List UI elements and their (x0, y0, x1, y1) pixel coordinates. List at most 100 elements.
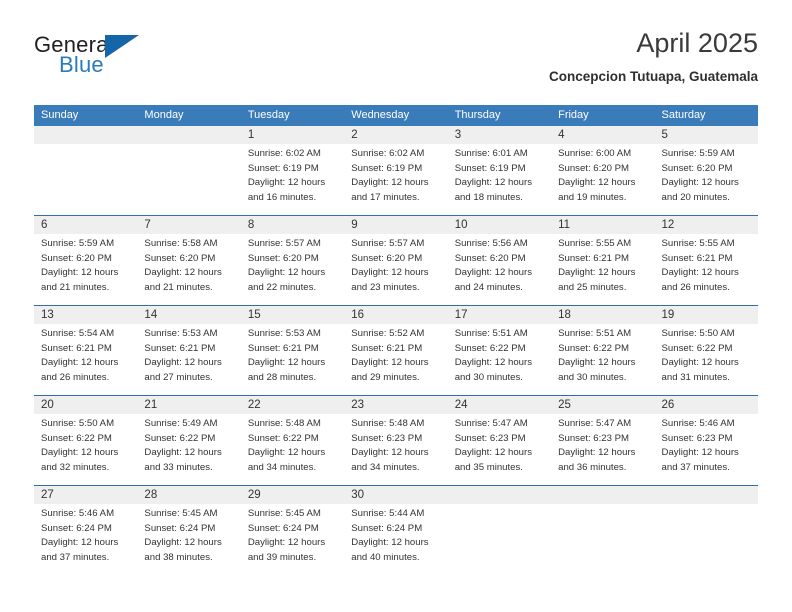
day-cell-5[interactable]: 5 Sunrise: 5:59 AM Sunset: 6:20 PM Daylight… (655, 126, 758, 215)
day-detail-line: and 19 minutes. (558, 191, 627, 203)
day-detail-line: Sunrise: 6:02 AM (351, 148, 425, 159)
day-detail-lines: Sunrise: 5:51 AM Sunset: 6:22 PM Daylight:… (455, 327, 544, 385)
day-detail-line: Sunset: 6:21 PM (41, 342, 112, 354)
day-detail-line: Sunset: 6:22 PM (247, 432, 319, 444)
day-detail-line: and 21 minutes. (144, 281, 213, 293)
day-detail-lines: Sunrise: 5:51 AM Sunset: 6:22 PM Daylight:… (558, 327, 647, 385)
day-detail-line: Sunset: 6:22 PM (41, 432, 112, 444)
day-detail-line: Sunrise: 5:57 AM (351, 238, 425, 249)
day-cell-10[interactable]: 10 Sunrise: 5:56 AM Sunset: 6:20 PM Dayligh… (448, 216, 551, 305)
day-cell-inner: 11 Sunrise: 5:55 AM Sunset: 6:21 PM Dayligh… (558, 216, 647, 295)
day-cell-26[interactable]: 26 Sunrise: 5:46 AM Sunset: 6:23 PM Dayligh… (655, 396, 758, 485)
day-detail-lines: Sunrise: 5:48 AM Sunset: 6:22 PM Daylight:… (248, 417, 337, 475)
day-detail-line: Sunrise: 5:56 AM (454, 238, 528, 249)
day-cell-29[interactable]: 29 Sunrise: 5:45 AM Sunset: 6:24 PM Dayligh… (241, 486, 344, 575)
day-detail-line: Daylight: 12 hours (351, 357, 429, 369)
day-detail-line: Daylight: 12 hours (144, 537, 222, 549)
day-cell-inner: 28 Sunrise: 5:45 AM Sunset: 6:24 PM Dayligh… (144, 486, 233, 565)
day-detail-line: Daylight: 12 hours (247, 357, 326, 369)
day-detail-line: Sunrise: 5:50 AM (661, 328, 735, 339)
day-detail-line: Sunrise: 6:01 AM (454, 148, 528, 159)
day-detail-line: Daylight: 12 hours (558, 177, 636, 189)
day-detail-line: Sunset: 6:23 PM (454, 432, 526, 444)
day-detail-lines: Sunrise: 5:59 AM Sunset: 6:20 PM Daylight:… (662, 147, 751, 205)
day-detail-lines: Sunrise: 5:55 AM Sunset: 6:21 PM Daylight:… (558, 237, 647, 295)
day-cell-inner: 12 Sunrise: 5:55 AM Sunset: 6:21 PM Dayligh… (662, 216, 751, 295)
day-cell-8[interactable]: 8 Sunrise: 5:57 AM Sunset: 6:20 PM Daylight… (241, 216, 344, 305)
day-cell-1[interactable]: 1 Sunrise: 6:02 AM Sunset: 6:19 PM Daylight… (241, 126, 344, 215)
day-detail-line: and 28 minutes. (247, 371, 317, 383)
day-cell-4[interactable]: 4 Sunrise: 6:00 AM Sunset: 6:20 PM Daylight… (551, 126, 654, 215)
day-cell-inner: 14 Sunrise: 5:53 AM Sunset: 6:21 PM Dayligh… (144, 306, 233, 385)
day-cell-inner: 7 Sunrise: 5:58 AM Sunset: 6:20 PM Daylight… (144, 216, 233, 295)
page-header: General Blue April 2025 Concepcion Tutua… (34, 26, 758, 98)
day-cell-21[interactable]: 21 Sunrise: 5:49 AM Sunset: 6:22 PM Dayligh… (137, 396, 240, 485)
day-cell-19[interactable]: 19 Sunrise: 5:50 AM Sunset: 6:22 PM Dayligh… (655, 306, 758, 395)
day-detail-line: Sunset: 6:20 PM (247, 252, 319, 264)
day-cell-2[interactable]: 2 Sunrise: 6:02 AM Sunset: 6:19 PM Daylight… (344, 126, 447, 215)
page-title: April 2025 (636, 28, 758, 58)
calendar-page: General Blue April 2025 Concepcion Tutua… (0, 0, 792, 612)
day-cell-16[interactable]: 16 Sunrise: 5:52 AM Sunset: 6:21 PM Dayligh… (344, 306, 447, 395)
day-cell-inner: 16 Sunrise: 5:52 AM Sunset: 6:21 PM Dayligh… (351, 306, 440, 385)
day-cell-inner: 22 Sunrise: 5:48 AM Sunset: 6:22 PM Dayligh… (248, 396, 337, 475)
day-cell-11[interactable]: 11 Sunrise: 5:55 AM Sunset: 6:21 PM Dayligh… (551, 216, 654, 305)
triangle-icon (105, 35, 139, 58)
day-cell-24[interactable]: 24 Sunrise: 5:47 AM Sunset: 6:23 PM Dayligh… (448, 396, 551, 485)
day-detail-line: Daylight: 12 hours (454, 267, 533, 279)
day-detail-line: Sunrise: 6:00 AM (558, 148, 632, 159)
weekday-header-friday: Friday (558, 109, 589, 121)
day-detail-line: Sunrise: 5:52 AM (351, 328, 425, 339)
day-detail-line: Daylight: 12 hours (247, 447, 326, 459)
weekday-header-monday: Monday (144, 109, 184, 121)
day-cell-14[interactable]: 14 Sunrise: 5:53 AM Sunset: 6:21 PM Dayligh… (137, 306, 240, 395)
day-detail-line: Sunset: 6:19 PM (351, 162, 423, 174)
day-cell-15[interactable]: 15 Sunrise: 5:53 AM Sunset: 6:21 PM Dayligh… (241, 306, 344, 395)
day-cell-inner: 17 Sunrise: 5:51 AM Sunset: 6:22 PM Dayligh… (455, 306, 544, 385)
day-detail-line: and 26 minutes. (41, 371, 110, 383)
day-detail-line: Daylight: 12 hours (351, 537, 429, 549)
day-cell-28[interactable]: 28 Sunrise: 5:45 AM Sunset: 6:24 PM Dayligh… (137, 486, 240, 575)
day-cell-3[interactable]: 3 Sunrise: 6:01 AM Sunset: 6:19 PM Daylight… (448, 126, 551, 215)
day-detail-line: and 20 minutes. (661, 191, 730, 203)
day-cell-6[interactable]: 6 Sunrise: 5:59 AM Sunset: 6:20 PM Daylight… (34, 216, 137, 305)
day-cell-30[interactable]: 30 Sunrise: 5:44 AM Sunset: 6:24 PM Dayligh… (344, 486, 447, 575)
generalblue-logo[interactable]: General Blue (34, 32, 214, 80)
day-cell-inner: 18 Sunrise: 5:51 AM Sunset: 6:22 PM Dayligh… (558, 306, 647, 385)
day-detail-line: Sunset: 6:20 PM (41, 252, 112, 264)
day-cell-13[interactable]: 13 Sunrise: 5:54 AM Sunset: 6:21 PM Dayligh… (34, 306, 137, 395)
day-detail-lines: Sunrise: 5:56 AM Sunset: 6:20 PM Daylight:… (455, 237, 544, 295)
day-cell-27[interactable]: 27 Sunrise: 5:46 AM Sunset: 6:24 PM Dayligh… (34, 486, 137, 575)
day-cell-18[interactable]: 18 Sunrise: 5:51 AM Sunset: 6:22 PM Dayligh… (551, 306, 654, 395)
day-detail-line: Daylight: 12 hours (41, 537, 119, 549)
day-cell-inner: 30 Sunrise: 5:44 AM Sunset: 6:24 PM Dayligh… (351, 486, 440, 565)
day-detail-line: and 17 minutes. (351, 191, 420, 203)
day-detail-lines: Sunrise: 6:02 AM Sunset: 6:19 PM Daylight:… (248, 147, 337, 205)
day-number: 29 (247, 489, 261, 501)
day-cell-22[interactable]: 22 Sunrise: 5:48 AM Sunset: 6:22 PM Dayligh… (241, 396, 344, 485)
day-cell-inner: 24 Sunrise: 5:47 AM Sunset: 6:23 PM Dayligh… (455, 396, 544, 475)
day-detail-line: and 34 minutes. (247, 461, 317, 473)
day-cell-23[interactable]: 23 Sunrise: 5:48 AM Sunset: 6:23 PM Dayligh… (344, 396, 447, 485)
day-number: 1 (247, 129, 255, 141)
day-detail-line: Sunset: 6:22 PM (454, 342, 526, 354)
day-detail-line: Sunrise: 5:53 AM (247, 328, 321, 339)
day-detail-line: and 37 minutes. (41, 551, 110, 563)
day-cell-17[interactable]: 17 Sunrise: 5:51 AM Sunset: 6:22 PM Dayligh… (448, 306, 551, 395)
day-cell-12[interactable]: 12 Sunrise: 5:55 AM Sunset: 6:21 PM Dayligh… (655, 216, 758, 305)
day-cell-inner (558, 486, 647, 504)
day-cell-25[interactable]: 25 Sunrise: 5:47 AM Sunset: 6:23 PM Dayligh… (551, 396, 654, 485)
day-cell-inner: 6 Sunrise: 5:59 AM Sunset: 6:20 PM Daylight… (41, 216, 130, 295)
day-detail-line: and 16 minutes. (247, 191, 317, 203)
day-cell-20[interactable]: 20 Sunrise: 5:50 AM Sunset: 6:22 PM Dayligh… (34, 396, 137, 485)
day-detail-line: Sunrise: 5:51 AM (454, 328, 528, 339)
day-detail-line: Sunrise: 6:02 AM (247, 148, 321, 159)
day-detail-line: Sunset: 6:22 PM (661, 342, 733, 354)
calendar-week-row: 20 Sunrise: 5:50 AM Sunset: 6:22 PM Dayligh… (34, 395, 758, 485)
day-cell-7[interactable]: 7 Sunrise: 5:58 AM Sunset: 6:20 PM Daylight… (137, 216, 240, 305)
day-number (41, 126, 130, 144)
day-cell-inner: 2 Sunrise: 6:02 AM Sunset: 6:19 PM Daylight… (351, 126, 440, 205)
weekday-header-tuesday: Tuesday (247, 109, 290, 121)
day-cell-9[interactable]: 9 Sunrise: 5:57 AM Sunset: 6:20 PM Daylight… (344, 216, 447, 305)
day-detail-line: Sunset: 6:21 PM (351, 342, 423, 354)
